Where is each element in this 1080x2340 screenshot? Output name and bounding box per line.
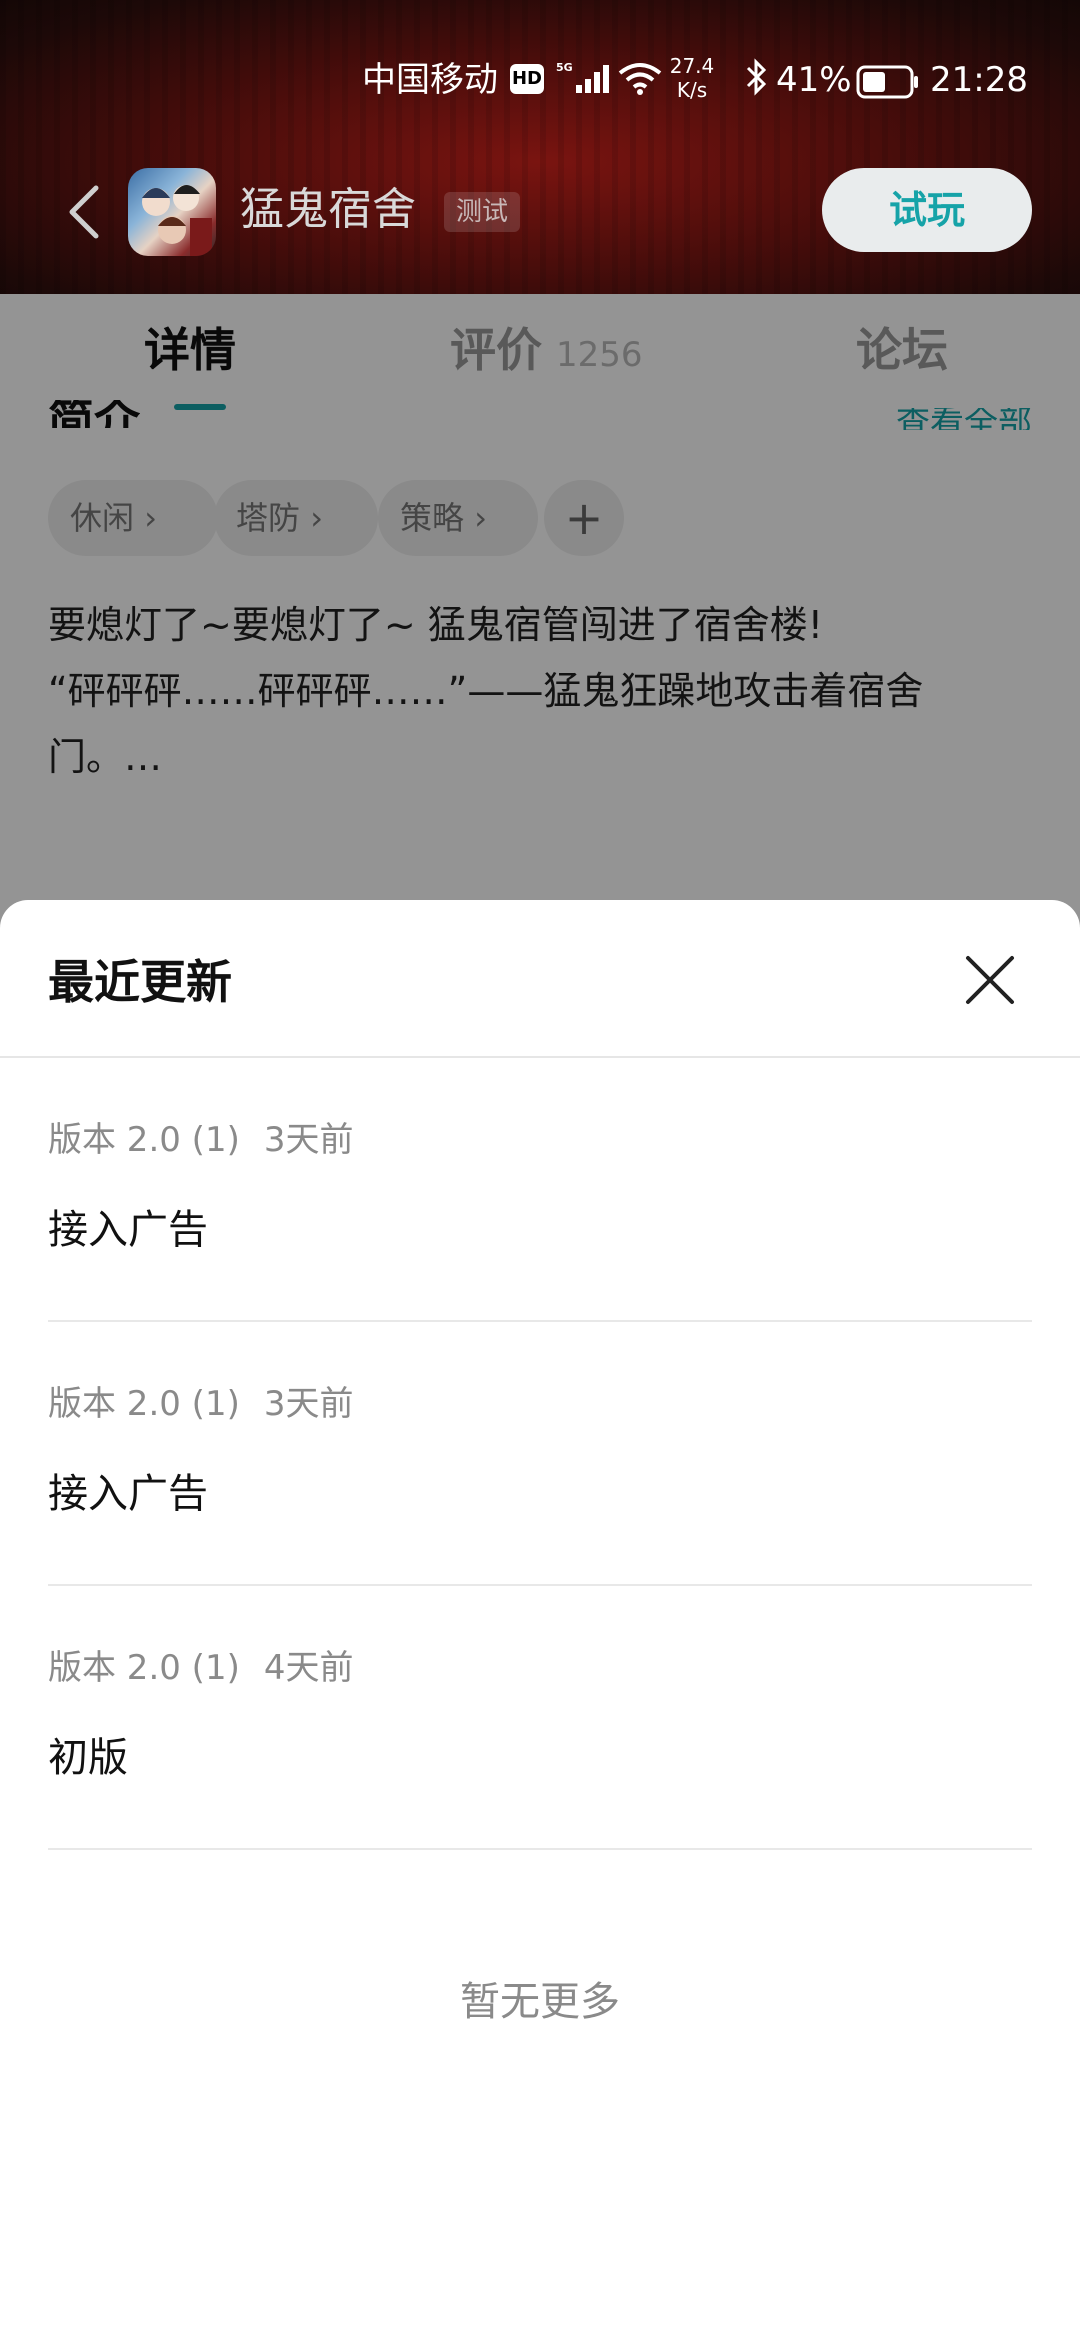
back-arrow-icon[interactable] [64, 182, 104, 242]
update-version: 版本 2.0 (1) [48, 1384, 240, 1424]
update-time: 4天前 [263, 1648, 354, 1688]
clock: 21:28 [930, 60, 1028, 100]
update-notes: 接入广告 [48, 1471, 208, 1517]
update-item: 版本 2.0 (1) 3天前 接入广告 [48, 1058, 1032, 1322]
update-notes: 接入广告 [48, 1207, 208, 1253]
recent-updates-sheet: 最近更新 版本 2.0 (1) 3天前 接入广告 版本 2.0 (1) 3天前 接入… [0, 900, 1080, 2340]
carrier-label: 中国移动 [362, 60, 498, 100]
update-time: 3天前 [263, 1384, 354, 1424]
update-meta: 版本 2.0 (1) 3天前 [48, 1382, 354, 1426]
update-version: 版本 2.0 (1) [48, 1120, 240, 1160]
update-meta: 版本 2.0 (1) 4天前 [48, 1646, 354, 1690]
update-meta: 版本 2.0 (1) 3天前 [48, 1118, 354, 1162]
game-icon [128, 168, 216, 256]
update-time: 3天前 [263, 1120, 354, 1160]
close-icon[interactable] [960, 950, 1020, 1010]
update-notes: 初版 [48, 1735, 128, 1781]
signal-icon: 5G [556, 60, 612, 108]
net-speed-label: 27.4 K/s [669, 54, 715, 102]
update-version: 版本 2.0 (1) [48, 1648, 240, 1688]
sheet-title: 最近更新 [48, 955, 232, 1009]
game-header: 中国移动 HD 5G 27.4 K/s 41% 21:28 猛鬼宿舍 测试 试玩 [0, 0, 1080, 294]
svg-text:5G: 5G [556, 61, 573, 74]
app-screen: 中国移动 HD 5G 27.4 K/s 41% 21:28 猛鬼宿舍 测试 试玩… [0, 0, 1080, 2340]
divider [48, 1848, 1032, 1850]
nav-bar: 猛鬼宿舍 测试 试玩 [0, 164, 1080, 260]
no-more-label: 暂无更多 [460, 1979, 620, 2025]
wifi-icon [618, 60, 662, 108]
trial-play-button[interactable]: 试玩 [822, 168, 1032, 252]
hd-badge: HD [510, 64, 544, 94]
update-item: 版本 2.0 (1) 3天前 接入广告 [48, 1322, 1032, 1586]
bluetooth-icon [744, 58, 770, 109]
test-badge: 测试 [444, 192, 521, 232]
battery-icon [856, 64, 920, 112]
update-item: 版本 2.0 (1) 4天前 初版 [48, 1586, 1032, 1850]
game-title: 猛鬼宿舍 [240, 184, 416, 235]
battery-percent: 41% [776, 60, 852, 100]
status-bar: 中国移动 HD 5G 27.4 K/s 41% 21:28 [0, 48, 1080, 112]
